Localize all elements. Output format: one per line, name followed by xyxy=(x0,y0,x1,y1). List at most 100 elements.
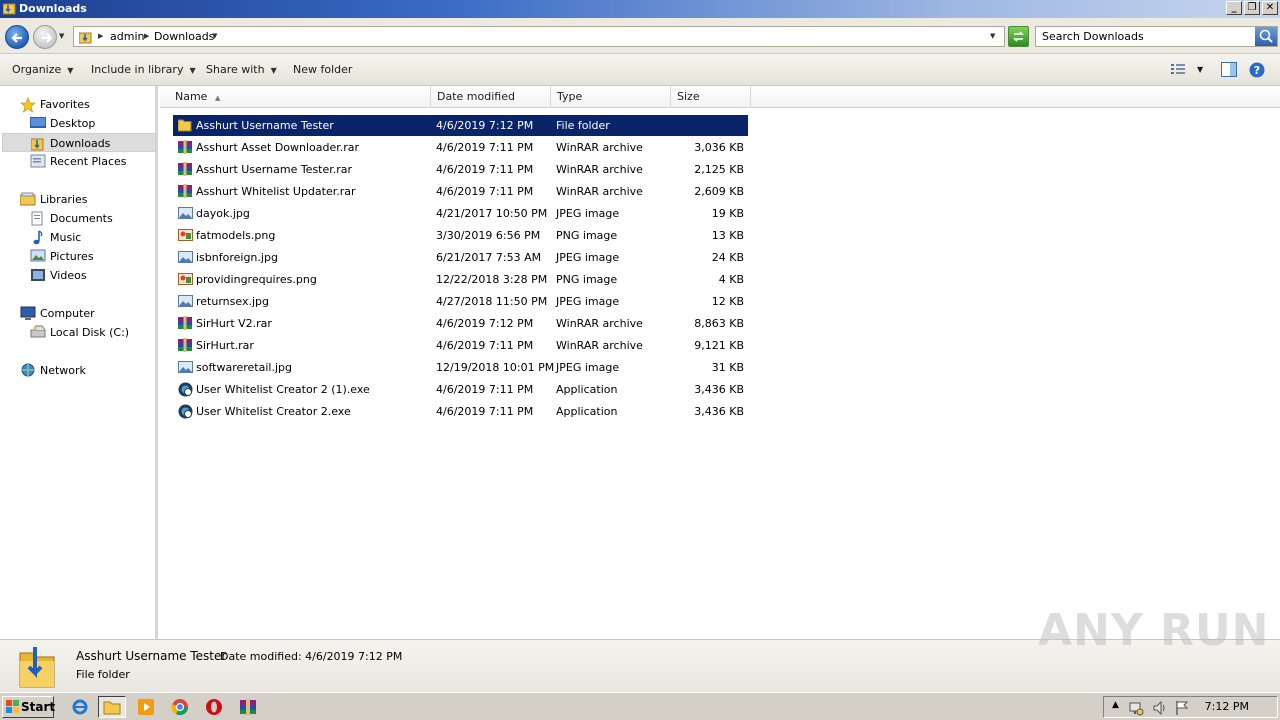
column-header-date-modified[interactable]: Date modified xyxy=(431,86,551,108)
back-button[interactable] xyxy=(5,25,29,49)
recent-pages-dropdown[interactable]: ▼ xyxy=(59,32,64,40)
chevron-down-icon: ▼ xyxy=(189,66,196,75)
winrar-icon xyxy=(178,338,192,359)
file-type: WinRAR archive xyxy=(556,141,643,154)
file-name: User Whitelist Creator 2.exe xyxy=(196,405,351,418)
sidebar-label: Pictures xyxy=(50,250,94,263)
file-row[interactable]: SirHurt.rar 4/6/2019 7:11 PM WinRAR archiv… xyxy=(173,335,748,356)
forward-button[interactable] xyxy=(33,25,57,49)
start-button[interactable]: Start xyxy=(2,696,55,718)
file-row[interactable]: providingrequires.png 12/22/2018 3:28 PM P… xyxy=(173,269,748,290)
sidebar-item-local-disk[interactable]: Local Disk (C:) xyxy=(30,323,150,342)
breadcrumb-admin[interactable]: admin xyxy=(110,30,144,43)
chevron-right-icon[interactable]: ▶ xyxy=(98,32,103,40)
computer-icon xyxy=(20,306,36,320)
sidebar-label: Favorites xyxy=(40,98,90,111)
taskbar-opera-button[interactable] xyxy=(200,696,228,718)
share-with-menu[interactable]: Share with ▼ xyxy=(206,63,277,76)
file-row[interactable]: User Whitelist Creator 2.exe 4/6/2019 7:1… xyxy=(173,401,748,422)
network-status-icon[interactable] xyxy=(1128,700,1144,716)
refresh-button[interactable] xyxy=(1008,26,1029,47)
file-row[interactable]: isbnforeign.jpg 6/21/2017 7:53 AM JPEG ima… xyxy=(173,247,748,268)
forward-arrow-icon xyxy=(42,33,53,43)
show-hidden-icons-icon[interactable]: ▲ xyxy=(1112,700,1119,710)
address-bar-area: ▼ ▶ admin ▶ Downloads ▼ ▼ xyxy=(0,18,1280,54)
action-center-flag-icon[interactable] xyxy=(1174,700,1190,716)
column-header-type[interactable]: Type xyxy=(551,86,671,108)
taskbar-chrome-button[interactable] xyxy=(166,696,194,718)
media-player-icon xyxy=(138,699,154,715)
file-row[interactable]: Asshurt Asset Downloader.rar 4/6/2019 7:1… xyxy=(173,137,748,158)
sidebar-item-libraries[interactable]: Libraries xyxy=(20,190,150,209)
sidebar-item-computer[interactable]: Computer xyxy=(20,304,150,323)
sidebar-label: Videos xyxy=(50,269,87,282)
minimize-button[interactable]: _ xyxy=(1226,1,1242,15)
address-box[interactable]: ▶ admin ▶ Downloads ▼ ▼ xyxy=(73,26,1005,47)
navigation-pane: Favorites Desktop Downloads Recent Place… xyxy=(0,86,158,639)
sidebar-item-favorites[interactable]: Favorites xyxy=(20,95,150,114)
close-button[interactable]: ✕ xyxy=(1262,1,1278,15)
file-row[interactable]: User Whitelist Creator 2 (1).exe 4/6/2019… xyxy=(173,379,748,400)
file-size: 3,036 KB xyxy=(694,141,744,154)
restore-button[interactable]: ❐ xyxy=(1244,1,1260,15)
file-row[interactable]: returnsex.jpg 4/27/2018 11:50 PM JPEG imag… xyxy=(173,291,748,312)
recent-places-icon xyxy=(30,154,46,168)
file-type: JPEG image xyxy=(556,251,620,264)
file-row[interactable]: SirHurt V2.rar 4/6/2019 7:12 PM WinRAR arc… xyxy=(173,313,748,334)
view-options-icon[interactable] xyxy=(1170,62,1186,76)
sidebar-item-music[interactable]: Music xyxy=(30,228,150,247)
include-in-library-menu[interactable]: Include in library ▼ xyxy=(91,63,196,76)
file-row[interactable]: Asshurt Username Tester 4/6/2019 7:12 PM F… xyxy=(173,115,748,136)
file-type: WinRAR archive xyxy=(556,317,643,330)
file-row[interactable]: fatmodels.png 3/30/2019 6:56 PM PNG image 1… xyxy=(173,225,748,246)
preview-pane-icon[interactable] xyxy=(1221,62,1237,77)
sidebar-item-videos[interactable]: Videos xyxy=(30,266,150,285)
file-name: fatmodels.png xyxy=(196,229,276,242)
taskbar-ie-button[interactable] xyxy=(66,696,94,718)
search-button[interactable] xyxy=(1255,27,1277,46)
videos-icon xyxy=(31,269,45,281)
new-folder-button[interactable]: New folder xyxy=(293,63,352,76)
organize-menu[interactable]: Organize ▼ xyxy=(12,63,73,76)
folder-download-icon xyxy=(19,647,55,688)
clock[interactable]: 7:12 PM xyxy=(1205,700,1249,713)
sidebar-item-network[interactable]: Network xyxy=(20,361,150,380)
internet-explorer-icon xyxy=(72,699,88,715)
winrar-icon xyxy=(178,140,192,161)
volume-icon[interactable] xyxy=(1152,700,1168,716)
breadcrumb-downloads[interactable]: Downloads xyxy=(154,30,214,43)
jpeg-icon xyxy=(178,360,193,381)
file-date-modified: 4/27/2018 11:50 PM xyxy=(436,295,548,308)
chrome-icon xyxy=(171,699,189,716)
chevron-down-icon: ▼ xyxy=(67,66,74,75)
taskbar-media-player-button[interactable] xyxy=(132,696,160,718)
view-dropdown[interactable]: ▼ xyxy=(1197,65,1203,74)
network-icon xyxy=(21,363,35,377)
address-history-dropdown[interactable]: ▼ xyxy=(990,32,995,40)
sidebar-item-recent-places[interactable]: Recent Places xyxy=(30,152,150,171)
file-row[interactable]: dayok.jpg 4/21/2017 10:50 PM JPEG image 19 … xyxy=(173,203,748,224)
jpeg-icon xyxy=(178,250,193,271)
chevron-down-icon[interactable]: ▼ xyxy=(212,32,217,40)
file-size: 24 KB xyxy=(711,251,744,264)
include-in-library-label: Include in library xyxy=(91,63,184,76)
file-row[interactable]: softwareretail.jpg 12/19/2018 10:01 PM JPE… xyxy=(173,357,748,378)
file-size: 9,121 KB xyxy=(694,339,744,352)
file-size: 4 KB xyxy=(718,273,744,286)
file-row[interactable]: Asshurt Whitelist Updater.rar 4/6/2019 7:… xyxy=(173,181,748,202)
search-input[interactable] xyxy=(1036,27,1254,46)
taskbar-winrar-button[interactable] xyxy=(234,696,262,718)
taskbar-explorer-button[interactable] xyxy=(98,696,126,718)
chevron-right-icon[interactable]: ▶ xyxy=(144,32,149,40)
help-icon[interactable]: ? xyxy=(1249,62,1265,78)
file-type: PNG image xyxy=(556,229,618,242)
column-header-name[interactable]: Name ▲ xyxy=(169,86,431,108)
sidebar-item-documents[interactable]: Documents xyxy=(30,209,150,228)
sidebar-label: Local Disk (C:) xyxy=(50,326,130,339)
sidebar-item-pictures[interactable]: Pictures xyxy=(30,247,150,266)
sidebar-item-desktop[interactable]: Desktop xyxy=(30,114,150,133)
column-header-size[interactable]: Size xyxy=(671,86,751,108)
search-box[interactable] xyxy=(1035,26,1278,47)
file-row[interactable]: Asshurt Username Tester.rar 4/6/2019 7:11… xyxy=(173,159,748,180)
sidebar-item-downloads[interactable]: Downloads xyxy=(2,133,156,152)
